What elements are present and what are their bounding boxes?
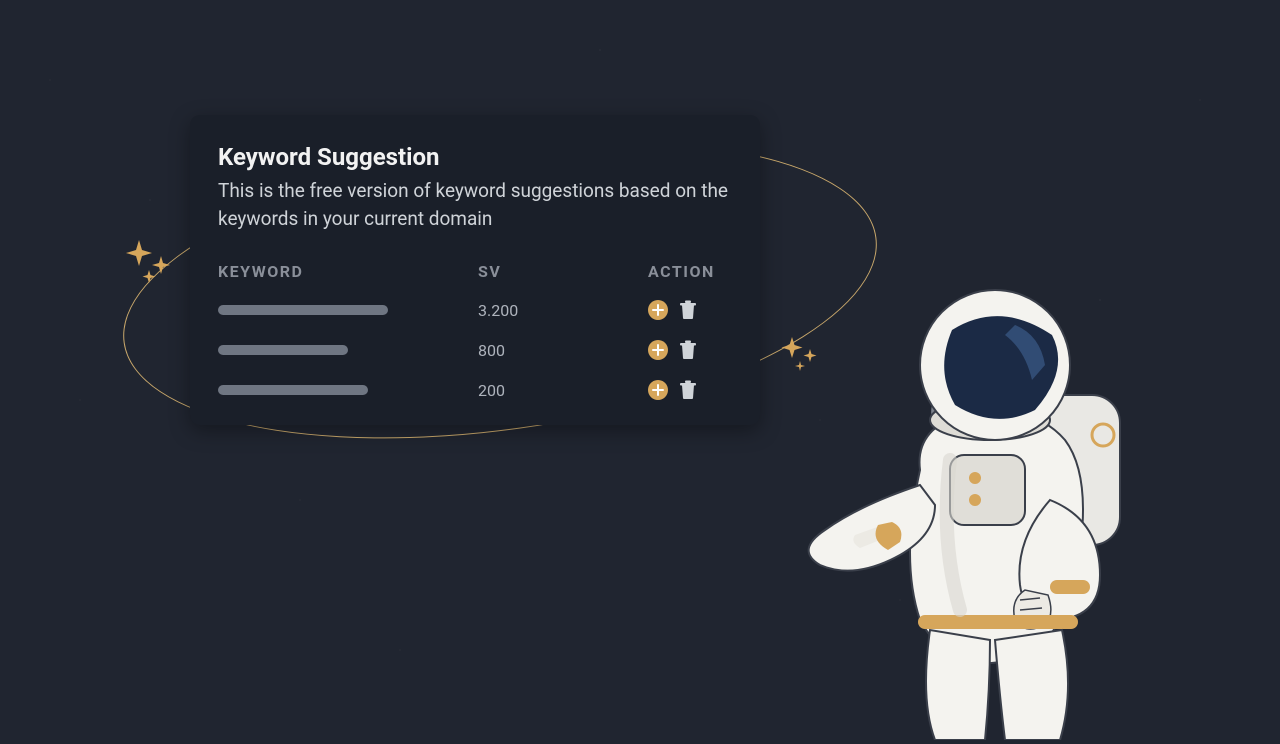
row-actions <box>648 299 768 321</box>
row-actions <box>648 339 768 361</box>
delete-keyword-button[interactable] <box>678 339 698 361</box>
sparkle-icon <box>125 240 179 286</box>
col-action: ACTION <box>648 262 768 281</box>
keyword-placeholder-bar <box>218 385 368 395</box>
delete-keyword-button[interactable] <box>678 299 698 321</box>
card-subtitle: This is the free version of keyword sugg… <box>218 177 732 232</box>
col-sv: SV <box>478 262 648 281</box>
keyword-table: KEYWORD SV ACTION 3.200 800 200 <box>218 262 732 401</box>
col-keyword: KEYWORD <box>218 262 478 281</box>
delete-keyword-button[interactable] <box>678 379 698 401</box>
sv-value: 800 <box>478 341 648 360</box>
add-keyword-button[interactable] <box>648 340 668 360</box>
sv-value: 200 <box>478 381 648 400</box>
keyword-suggestion-card: Keyword Suggestion This is the free vers… <box>190 115 760 425</box>
row-actions <box>648 379 768 401</box>
astronaut-illustration <box>800 280 1180 740</box>
keyword-placeholder-bar <box>218 305 388 315</box>
card-title: Keyword Suggestion <box>218 143 732 171</box>
sv-value: 3.200 <box>478 301 648 320</box>
keyword-placeholder-bar <box>218 345 348 355</box>
add-keyword-button[interactable] <box>648 300 668 320</box>
add-keyword-button[interactable] <box>648 380 668 400</box>
